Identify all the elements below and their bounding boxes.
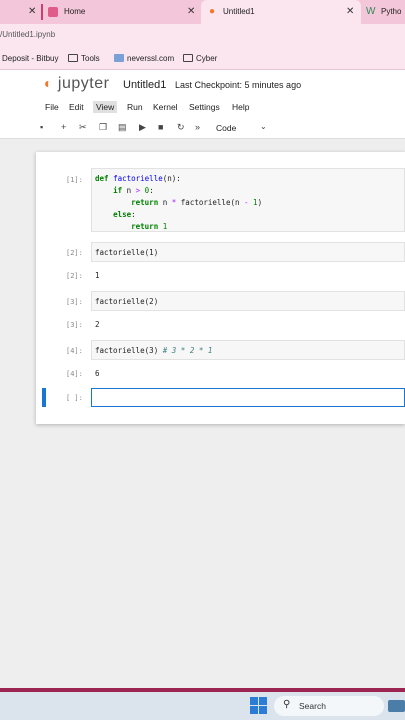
logo-text: jupyter — [57, 75, 110, 92]
url-text[interactable]: /Untitled1.ipynb — [0, 30, 55, 39]
menu-run[interactable]: Run — [127, 102, 143, 112]
folder-icon — [183, 54, 193, 62]
bookmark-neverssl[interactable]: neverssl.com — [114, 54, 174, 63]
search-label: Search — [299, 701, 326, 711]
restart-icon[interactable]: ↻ — [177, 122, 185, 133]
code-line: else: — [113, 210, 136, 219]
bookmark-label: neverssl.com — [127, 54, 175, 63]
bookmark-cyber[interactable]: Cyber — [183, 54, 217, 63]
tab-title: Pytho — [381, 7, 402, 16]
paste-icon[interactable]: ▤ — [118, 122, 127, 133]
jupyter-favicon-icon: ● — [209, 6, 216, 17]
close-tab-icon[interactable]: ✕ — [28, 6, 36, 17]
menu-kernel[interactable]: Kernel — [153, 102, 178, 112]
browser-tab-strip: ✕ Home ✕ ● Untitled1 ✕ W Pytho — [0, 0, 405, 24]
close-tab-icon[interactable]: ✕ — [187, 6, 195, 17]
code-text: factorielle(2) — [95, 297, 159, 306]
code-text: factorielle(1) — [95, 248, 159, 257]
menu-edit[interactable]: Edit — [69, 102, 84, 112]
chevron-down-icon[interactable]: ⌄ — [260, 122, 267, 131]
taskbar: ⚲ Search — [0, 692, 405, 720]
close-tab-icon[interactable]: ✕ — [346, 6, 354, 17]
cell-type-select[interactable]: Code — [216, 123, 236, 133]
code-cell-4[interactable]: factorielle(3) # 3 * 2 * 1 — [91, 340, 405, 360]
code-cell-3[interactable]: factorielle(2) — [91, 291, 405, 311]
notebook-panel: [1]: def factorielle(n): if n > 0: retur… — [36, 152, 405, 424]
bookmark-tools[interactable]: Tools — [68, 54, 100, 63]
bookmark-deposit-bitbuy[interactable]: Deposit - Bitbuy — [2, 54, 58, 63]
cell-output: 1 — [95, 271, 100, 280]
code-line: factorielle(3) # 3 * 2 * 1 — [95, 346, 212, 355]
tab-title: Home — [64, 7, 86, 16]
input-prompt: [4]: — [66, 347, 83, 355]
tab-untitled1[interactable]: ● Untitled1 ✕ — [201, 0, 361, 24]
menu-help[interactable]: Help — [232, 102, 249, 112]
output-prompt: [4]: — [66, 370, 83, 378]
menu-view[interactable]: View — [93, 101, 118, 113]
jupyter-logo[interactable]: ◐ jupyter — [44, 75, 109, 93]
input-prompt: [ ]: — [66, 394, 83, 402]
input-prompt: [2]: — [66, 249, 83, 257]
code-cell-2[interactable]: factorielle(1) — [91, 242, 405, 262]
jupyter-orb-icon: ◐ — [44, 75, 53, 91]
menu-bar: File Edit View Run Kernel Settings Help — [0, 98, 405, 118]
stop-icon[interactable]: ■ — [158, 122, 163, 132]
notebook-title[interactable]: Untitled1 — [123, 79, 166, 91]
cell-output: 6 — [95, 369, 100, 378]
code-line: return 1 — [131, 222, 168, 231]
site-favicon-icon — [114, 54, 124, 62]
tab-home[interactable]: ✕ Home ✕ — [0, 0, 200, 24]
checkpoint-status: Last Checkpoint: 5 minutes ago — [175, 80, 302, 90]
active-code-cell[interactable] — [91, 388, 405, 407]
python-favicon-icon: W — [366, 6, 376, 17]
home-favicon-icon — [48, 7, 58, 17]
tab-python[interactable]: W Pytho — [363, 0, 405, 24]
run-icon[interactable]: ▶ — [139, 122, 146, 133]
code-line: if n > 0: — [113, 186, 154, 195]
notebook-toolbar: ▪ + ✂ ❐ ▤ ▶ ■ ↻ » Code ⌄ — [0, 118, 405, 139]
search-icon: ⚲ — [283, 699, 291, 710]
code-comment: # 3 * 2 * 1 — [162, 346, 213, 355]
address-bar[interactable]: /Untitled1.ipynb — [0, 24, 405, 46]
bookmarks-bar: Deposit - Bitbuy Tools neverssl.com Cybe… — [0, 46, 405, 70]
taskbar-search[interactable]: ⚲ Search — [274, 696, 384, 716]
code-line: def factorielle(n): — [95, 174, 181, 183]
cell-output: 2 — [95, 320, 100, 329]
copy-icon[interactable]: ❐ — [99, 122, 107, 133]
menu-file[interactable]: File — [45, 102, 59, 112]
windows-start-icon[interactable] — [250, 697, 267, 714]
active-cell-indicator — [42, 388, 46, 407]
bookmark-label: Cyber — [196, 54, 218, 63]
cut-icon[interactable]: ✂ — [79, 122, 87, 133]
code-cell-1[interactable]: def factorielle(n): if n > 0: return n *… — [91, 168, 405, 232]
input-prompt: [1]: — [66, 176, 83, 184]
bookmark-label: Tools — [81, 54, 100, 63]
tab-title: Untitled1 — [223, 7, 255, 16]
output-prompt: [3]: — [66, 321, 83, 329]
tab-divider — [41, 4, 43, 20]
notebook-area: [1]: def factorielle(n): if n > 0: retur… — [0, 140, 405, 688]
folder-icon — [68, 54, 78, 62]
input-prompt: [3]: — [66, 298, 83, 306]
code-text: factorielle(3) — [95, 346, 159, 355]
menu-settings[interactable]: Settings — [189, 102, 220, 112]
save-icon[interactable]: ▪ — [40, 122, 43, 132]
output-prompt: [2]: — [66, 272, 83, 280]
add-cell-icon[interactable]: + — [61, 122, 66, 132]
jupyter-header: ◐ jupyter Untitled1 Last Checkpoint: 5 m… — [0, 70, 405, 98]
code-line: return n * factorielle(n - 1) — [131, 198, 263, 207]
taskbar-app-icon[interactable] — [388, 700, 405, 712]
fast-forward-icon[interactable]: » — [195, 122, 200, 132]
